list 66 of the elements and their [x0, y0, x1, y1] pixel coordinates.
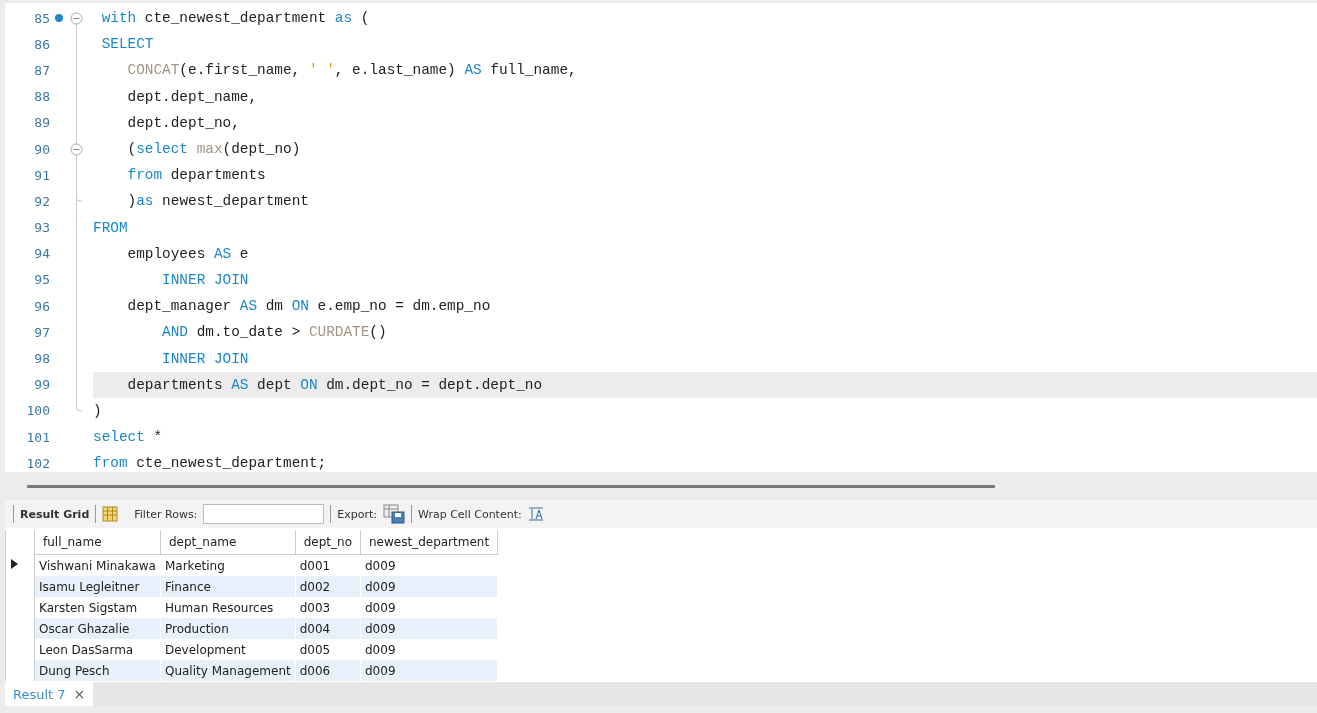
code-line: dept_manager AS dm ON e.emp_no = dm.emp_no [126, 298, 491, 315]
wrap-text-icon[interactable] [527, 506, 544, 522]
filter-field[interactable] [203, 504, 325, 524]
code-line: INNER JOIN [161, 271, 249, 288]
table-cell: Production [160, 618, 296, 639]
fold-toggle-icon[interactable] [70, 12, 83, 25]
line-number: 85 [33, 10, 50, 26]
code-line: FROM [93, 219, 128, 236]
line-number: 87 [33, 62, 50, 78]
table-cell: d009 [360, 660, 498, 681]
line-number: 95 [33, 272, 50, 288]
line-number: 86 [33, 36, 50, 52]
code-line: from departments [126, 167, 266, 184]
line-number: 101 [25, 429, 50, 445]
line-number: 102 [25, 455, 50, 471]
line-number: 99 [33, 377, 50, 393]
table-cell: d006 [295, 660, 361, 681]
code-line: CONCAT(e.first_name, ' ', e.last_name) AS full_name, [126, 62, 577, 79]
line-number: 98 [33, 351, 50, 367]
code-line: from cte_newest_department; [93, 455, 327, 472]
line-number: 93 [33, 220, 50, 236]
line-number: 97 [33, 324, 50, 340]
code-line: ) [93, 402, 102, 419]
code-line: SELECT [100, 36, 154, 53]
breakpoint-dot[interactable] [55, 14, 63, 22]
line-number: 96 [33, 298, 50, 314]
table-cell: d009 [360, 576, 498, 597]
code-line: departments AS dept ON dm.dept_no = dept.dept_no [126, 376, 543, 393]
table-cell: Isamu Legleitner [34, 576, 161, 597]
line-number: 90 [33, 141, 50, 157]
fold-toggle-icon[interactable] [70, 142, 83, 156]
column-header[interactable]: dept_no [295, 530, 361, 555]
result-grid-label[interactable]: Result Grid [20, 507, 90, 521]
export-label: Export: [337, 507, 378, 521]
table-cell: d009 [360, 618, 498, 639]
result-tab[interactable]: Result 7 × [5, 682, 94, 706]
code-line: with cte_newest_department as ( [100, 10, 370, 27]
code-line: (select max(dept_no) [126, 141, 301, 158]
column-header[interactable]: dept_name [160, 530, 296, 555]
line-number: 94 [33, 246, 50, 262]
code-line: dept.dept_no, [126, 114, 240, 131]
grid-icon[interactable] [102, 506, 119, 522]
scrollbar-thumb[interactable] [27, 484, 995, 488]
export-icon[interactable] [383, 504, 406, 524]
code-line: employees AS e [126, 245, 249, 262]
table-cell: Dung Pesch [34, 660, 161, 681]
column-header[interactable]: full_name [34, 530, 161, 555]
wrap-cell-content-label: Wrap Cell Content: [418, 507, 522, 521]
code-line: select * [93, 429, 163, 446]
code-line: INNER JOIN [161, 350, 249, 367]
table-cell: d002 [295, 576, 361, 597]
filter-rows-label: Filter Rows: [134, 507, 198, 521]
code-line: )as newest_department [126, 193, 309, 210]
line-number: 92 [33, 193, 50, 209]
line-number: 88 [33, 89, 50, 105]
code-line: dept.dept_name, [126, 88, 258, 105]
table-cell: Oscar Ghazalie [34, 618, 161, 639]
table-cell: d004 [295, 618, 361, 639]
code-line: AND dm.to_date > CURDATE() [161, 324, 387, 341]
line-number: 89 [33, 115, 50, 131]
close-icon[interactable]: × [73, 686, 86, 702]
line-number: 91 [33, 167, 50, 183]
line-number: 100 [25, 403, 50, 419]
table-cell: Quality Management [160, 660, 296, 681]
column-header[interactable]: newest_department [360, 530, 498, 555]
table-cell: Finance [160, 576, 296, 597]
